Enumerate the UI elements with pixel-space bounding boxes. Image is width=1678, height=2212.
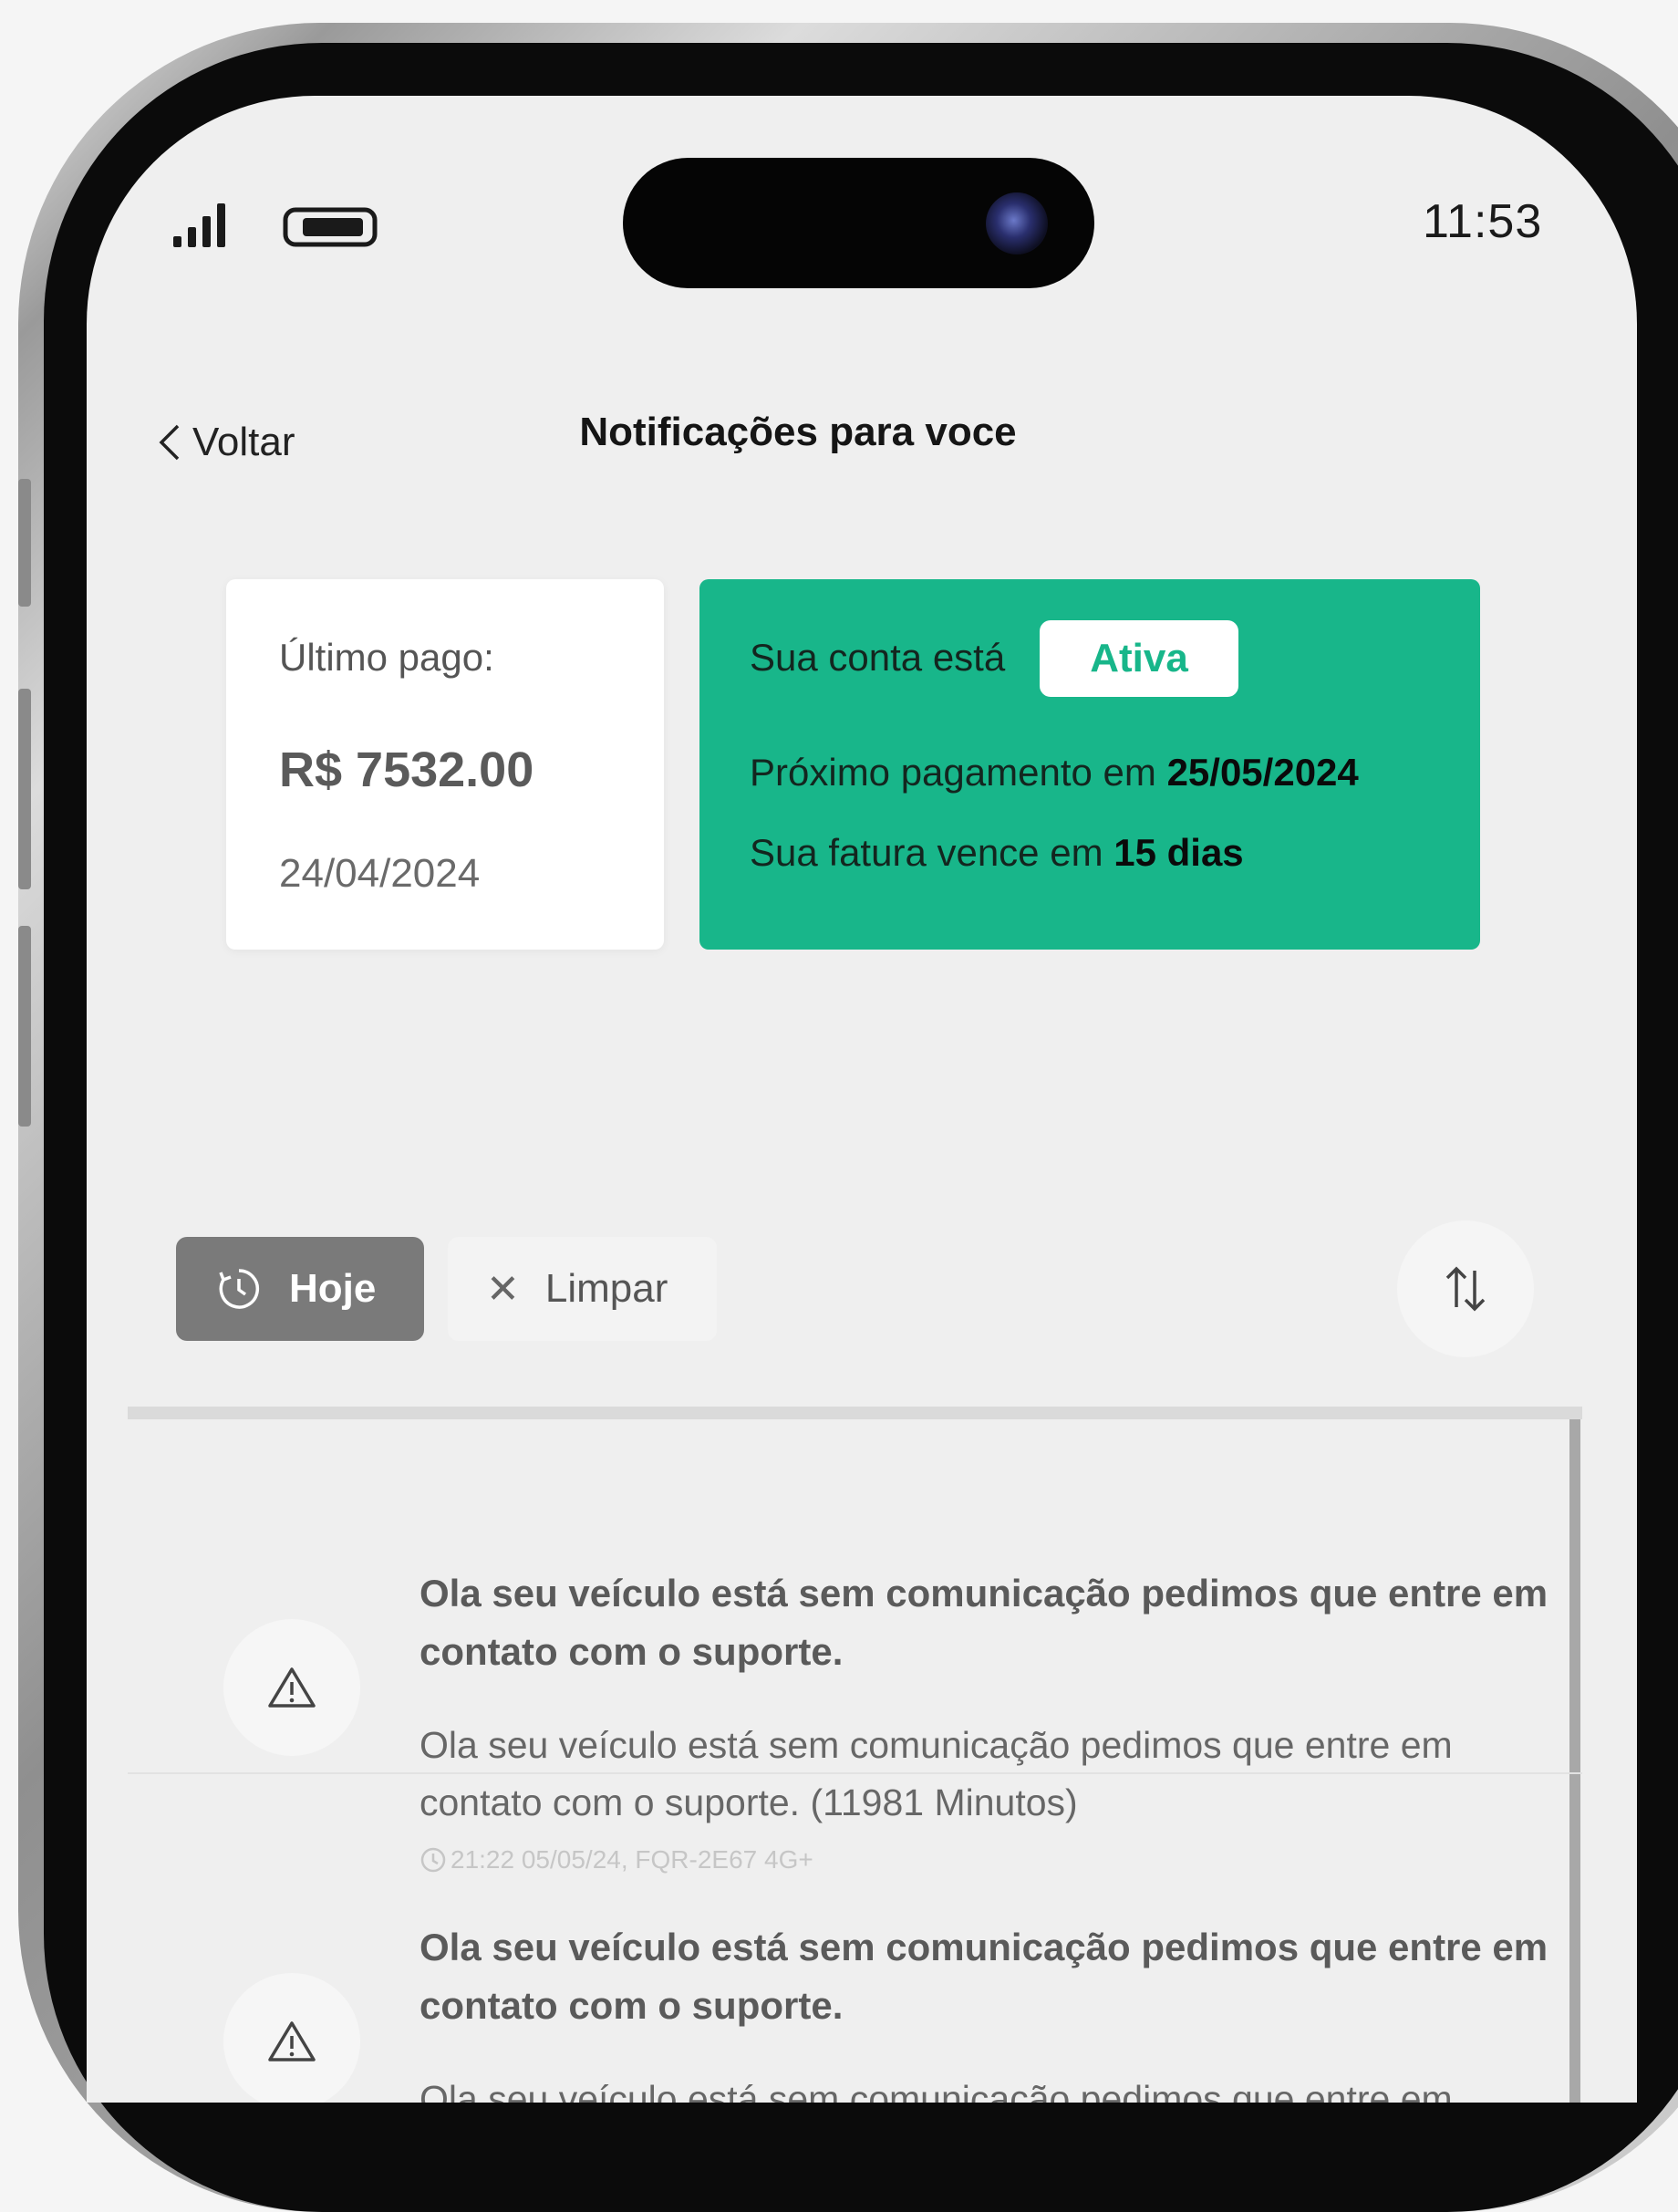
last-paid-date: 24/04/2024: [279, 851, 481, 896]
list-top-divider: [128, 1407, 1582, 1419]
signal-icon: [173, 203, 225, 247]
notification-icon: [223, 1619, 360, 1756]
account-status-prefix: Sua conta está: [750, 636, 1006, 679]
sort-button[interactable]: [1397, 1220, 1534, 1357]
camera-icon: [986, 192, 1048, 254]
clear-filter-label: Limpar: [544, 1266, 668, 1311]
next-payment-prefix: Próximo pagamento em: [750, 751, 1167, 794]
filter-today-label: Hoje: [289, 1266, 377, 1311]
clock-icon: [219, 1269, 260, 1309]
status-badge: Ativa: [1040, 620, 1238, 697]
notification-title: Ola seu veículo está sem comunicação ped…: [420, 1572, 1549, 1673]
notification-meta-row: 21:22 05/05/24, FQR-2E67 4G+: [128, 1428, 1569, 1874]
notification-item[interactable]: Ola seu veículo está sem comunicação ped…: [128, 1783, 1569, 2103]
notification-body: Ola seu veículo está sem comunicação ped…: [420, 2078, 1453, 2103]
invoice-due-prefix: Sua fatura vence em: [750, 831, 1114, 874]
warning-icon: [268, 2021, 316, 2061]
status-time: 11:53: [1423, 195, 1543, 248]
notification-icon: [223, 1973, 360, 2103]
list-divider: [128, 1772, 1582, 1774]
last-paid-amount: R$ 7532.00: [279, 743, 534, 797]
account-status-card: Sua conta está Ativa Próximo pagamento e…: [699, 579, 1480, 950]
sort-icon: [1445, 1266, 1486, 1312]
phone-screen: 11:53 Voltar Notificações para voce Últi…: [87, 96, 1637, 2103]
last-paid-label: Último pago:: [279, 636, 494, 679]
clear-filter-button[interactable]: ✕ Limpar: [448, 1237, 717, 1341]
page-title: Notificações para voce: [579, 410, 1017, 454]
invoice-due-value: 15 dias: [1113, 831, 1244, 874]
last-paid-card: Último pago: R$ 7532.00 24/04/2024: [226, 579, 664, 950]
close-icon: ✕: [486, 1266, 520, 1312]
volume-up-button: [18, 689, 31, 889]
invoice-due-text: Sua fatura vence em 15 dias: [750, 831, 1244, 875]
back-label: Voltar: [192, 420, 295, 464]
back-button[interactable]: Voltar: [158, 420, 295, 465]
volume-down-button: [18, 926, 31, 1127]
warning-icon: [268, 1667, 316, 1708]
chevron-left-icon: [159, 424, 180, 461]
notification-title: Ola seu veículo está sem comunicação ped…: [420, 1926, 1549, 2027]
side-button: [18, 479, 31, 607]
scrollbar[interactable]: [1569, 1419, 1580, 2103]
filter-today-button[interactable]: Hoje: [176, 1237, 424, 1341]
dynamic-island: [623, 158, 1094, 288]
next-payment-date: 25/05/2024: [1166, 751, 1359, 794]
next-payment-text: Próximo pagamento em 25/05/2024: [750, 751, 1359, 794]
battery-icon: [283, 207, 378, 247]
